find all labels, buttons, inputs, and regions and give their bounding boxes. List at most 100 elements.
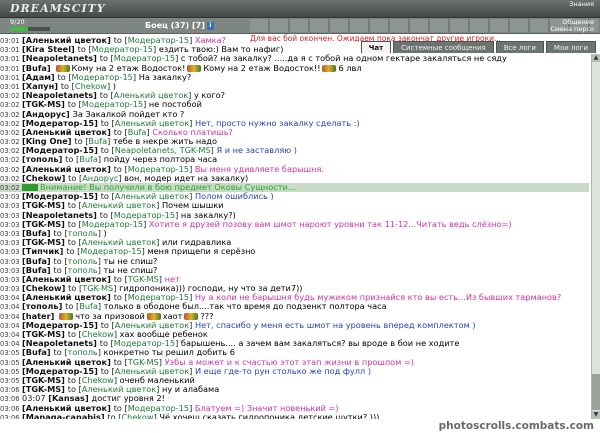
chat-time[interactable]: 03:01 <box>0 65 20 73</box>
chat-recipient[interactable]: Аленький цветок <box>115 192 189 201</box>
tab-3[interactable]: Мои логи <box>545 41 596 53</box>
chat-sender[interactable]: Модератор-15 <box>26 367 94 376</box>
chat-sender[interactable]: TGK-MS <box>26 220 61 229</box>
chat-time[interactable]: 03:02 <box>0 166 20 174</box>
chat-sender[interactable]: King One <box>26 137 68 146</box>
chat-sender[interactable]: Bufa <box>26 229 47 238</box>
chat-recipient[interactable]: Модератор-15 <box>82 100 143 109</box>
chat-time[interactable]: 03:04 <box>0 294 20 302</box>
chat-sender[interactable]: Kira Steel <box>26 45 71 54</box>
chat-recipient[interactable]: Модератор-15 <box>128 404 189 413</box>
chat-time[interactable]: 03:03 <box>0 230 20 238</box>
scroll-up-icon[interactable]: ▲ <box>592 54 600 62</box>
chat-time[interactable]: 03:05 <box>0 368 20 376</box>
chat-recipient[interactable]: Bufa <box>88 137 107 146</box>
chat-time[interactable]: 03:03 <box>0 212 20 220</box>
chat-time[interactable]: 03:05 <box>0 377 20 385</box>
tab-2[interactable]: Все логи <box>495 41 544 53</box>
chat-recipient[interactable]: Модератор-15 <box>114 339 175 348</box>
chat-sender[interactable]: TGK-MS <box>26 330 61 339</box>
chat-recipient[interactable]: Bufa <box>79 302 98 311</box>
chat-sender[interactable]: Типчик <box>26 247 60 256</box>
chat-sender[interactable]: Хапун <box>26 82 55 91</box>
chat-time[interactable]: 03:01 <box>0 83 20 91</box>
chat-time[interactable]: 03:03 <box>0 193 20 201</box>
tab-1[interactable]: Системные сообщения <box>393 41 494 53</box>
chat-time[interactable]: 03:02 <box>0 120 20 128</box>
chat-time[interactable]: 03:01 <box>0 37 20 45</box>
scroll-thumb[interactable] <box>592 374 600 410</box>
chat-time[interactable]: 03:05 <box>0 349 20 357</box>
chat-recipient[interactable]: TGK-MS <box>82 284 113 293</box>
chat-time[interactable]: 03:02 <box>0 175 20 183</box>
chat-sender[interactable]: Neapoletanets <box>26 54 93 63</box>
chat-time[interactable]: 03:04 <box>0 322 20 330</box>
chat-time[interactable]: 03:04 <box>0 303 20 311</box>
chat-time[interactable]: 03:03 <box>0 258 20 266</box>
chat-sender[interactable]: hater <box>26 312 51 321</box>
chat-time[interactable]: 03:01 <box>0 74 20 82</box>
chat-time[interactable]: 03:02 <box>0 111 20 119</box>
chat-sender[interactable]: Neapoletanets <box>26 339 93 348</box>
chat-recipient[interactable]: тополь <box>68 348 98 357</box>
chat-sender[interactable]: Аленький цветок <box>26 293 107 302</box>
tab-0[interactable]: Чат <box>360 41 392 53</box>
chat-recipient[interactable]: Модератор-15 <box>128 293 189 302</box>
chat-recipient[interactable]: тополь <box>68 266 98 275</box>
chat-sender[interactable]: Neapoletanets <box>26 211 93 220</box>
chat-recipient[interactable]: Аленький цветок <box>82 238 156 247</box>
chat-time[interactable]: 03:02 <box>0 92 20 100</box>
chat-scrollbar[interactable]: ▲ ▼ <box>591 54 600 419</box>
chat-time[interactable]: 03:03 <box>0 248 20 256</box>
chat-sender[interactable]: Аленький цветок <box>26 275 107 284</box>
chat-sender[interactable]: TGK-MS <box>26 238 61 247</box>
chat-recipient[interactable]: Модератор-15 <box>128 165 189 174</box>
scroll-down-icon[interactable]: ▼ <box>592 411 600 419</box>
chat-recipient[interactable]: тополь <box>68 229 98 238</box>
chat-recipient[interactable]: тополь <box>68 257 98 266</box>
info-icon[interactable]: i <box>206 21 214 30</box>
chat-recipient[interactable]: Аленький цветок <box>114 91 188 100</box>
chat-time[interactable]: 03:03 <box>0 285 20 293</box>
chat-sender[interactable]: Модератор-15 <box>26 192 94 201</box>
chat-time[interactable]: 03:06 <box>0 395 20 403</box>
chat-time[interactable]: 03:04 <box>0 331 20 339</box>
chat-sender[interactable]: Аленький цветок <box>26 165 107 174</box>
chat-sender[interactable]: Bufa <box>26 348 47 357</box>
chat-recipient[interactable]: Модератор-15 <box>72 73 133 82</box>
chat-recipient[interactable]: Аленький цветок <box>115 119 189 128</box>
chat-time[interactable]: 03:03 <box>0 239 20 247</box>
chat-time[interactable]: 03:04 <box>0 340 20 348</box>
chat-sender[interactable]: Bufa <box>26 64 47 73</box>
chat-sender[interactable]: тополь <box>26 302 59 311</box>
chat-recipient[interactable]: Chekow <box>75 82 107 91</box>
menu-knowledge[interactable]: Знания <box>520 0 600 9</box>
chat-sender[interactable]: Модератор-15 <box>26 321 94 330</box>
chat-recipient[interactable]: Модератор-15 <box>92 45 153 54</box>
menu-switch-char[interactable]: Смена персо <box>520 26 600 33</box>
chat-time[interactable]: 03:06 <box>0 386 20 394</box>
chat-time[interactable]: 03:03 <box>0 267 20 275</box>
chat-recipient[interactable]: Chekow <box>82 376 114 385</box>
chat-sender[interactable]: Модератор-15 <box>26 119 94 128</box>
chat-sender[interactable]: Bufa <box>26 257 47 266</box>
chat-recipient[interactable]: Chekow <box>82 330 114 339</box>
chat-sender[interactable]: TGK-MS <box>26 376 61 385</box>
chat-time[interactable]: 03:02 <box>0 129 20 137</box>
chat-sender[interactable]: Neapoletanets <box>26 91 93 100</box>
chat-time[interactable]: 03:06 <box>0 405 20 413</box>
chat-sender[interactable]: TGK-MS <box>26 100 61 109</box>
chat-sender[interactable]: Аленький цветок <box>26 358 107 367</box>
chat-sender[interactable]: Аленький цветок <box>26 128 107 137</box>
chat-time[interactable]: 03:03 <box>0 276 20 284</box>
chat-time[interactable]: 03:01 <box>0 55 20 63</box>
chat-recipient[interactable]: Модератор-15 <box>82 220 143 229</box>
chat-sender[interactable]: Аленький цветок <box>26 404 107 413</box>
chat-sender[interactable]: Андорус <box>26 110 66 119</box>
chat-time[interactable]: 03:02 <box>0 184 20 192</box>
chat-recipient[interactable]: Аленький цветок <box>115 367 189 376</box>
chat-time[interactable]: 03:02 <box>0 147 20 155</box>
chat-time[interactable]: 03:04 <box>0 313 20 321</box>
chat-sender[interactable]: Chekow <box>26 174 62 183</box>
chat-recipient[interactable]: Модератор-15 <box>128 36 189 45</box>
